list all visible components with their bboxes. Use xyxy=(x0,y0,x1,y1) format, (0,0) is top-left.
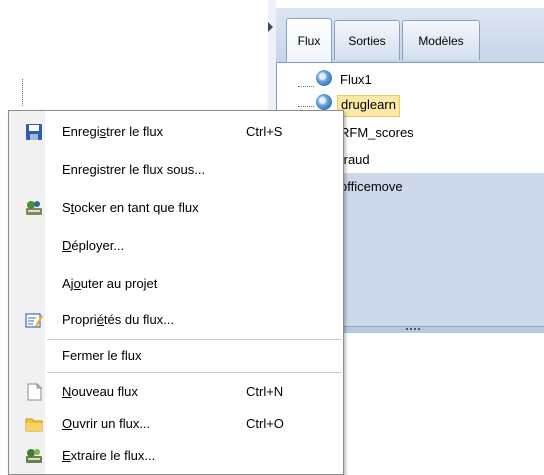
tab-label: Flux xyxy=(297,33,321,48)
menu-item-stream-properties[interactable]: Propriétés du flux... xyxy=(9,305,343,335)
collapse-grip-icon[interactable] xyxy=(268,22,273,32)
properties-icon xyxy=(25,313,43,328)
stream-item-rfm-scores[interactable]: RFM_scores xyxy=(340,123,414,143)
new-stream-icon xyxy=(27,383,43,401)
open-folder-icon xyxy=(25,418,43,432)
stream-item-druglearn[interactable]: druglearn xyxy=(337,95,400,117)
menu-item-extract-stream[interactable]: Extraire le flux... xyxy=(9,441,343,471)
menu-item-label: Fermer le flux xyxy=(62,348,142,363)
menu-item-save-stream[interactable]: Enregistrer le flux Ctrl+S xyxy=(9,117,343,147)
menu-item-label: Ouvrir un flux... xyxy=(62,416,151,431)
menu-item-label: Stocker en tant que flux xyxy=(62,200,199,215)
stream-icon xyxy=(316,94,332,110)
save-icon xyxy=(26,124,42,140)
menu-item-open-stream[interactable]: Ouvrir un flux... Ctrl+O xyxy=(9,409,343,439)
tab-sorties[interactable]: Sorties xyxy=(334,20,400,60)
tree-connector xyxy=(22,79,23,106)
menu-item-label: Enregistrer le flux sous... xyxy=(62,162,206,177)
store-stream-icon xyxy=(26,201,42,215)
stream-label: RFM_scores xyxy=(340,125,414,140)
tab-flux[interactable]: Flux xyxy=(286,18,332,62)
menu-item-store-as-stream[interactable]: Stocker en tant que flux xyxy=(9,193,343,223)
menu-item-label: Enregistrer le flux xyxy=(62,124,164,139)
menu-item-label: Extraire le flux... xyxy=(62,448,156,463)
menu-item-deploy[interactable]: Déployer... xyxy=(9,231,343,261)
extract-stream-icon xyxy=(26,449,42,463)
stream-icon xyxy=(316,70,332,86)
menu-item-new-stream[interactable]: Nouveau flux Ctrl+N xyxy=(9,377,343,407)
stream-item-officemove[interactable]: officemove xyxy=(340,177,403,197)
stream-label: Flux1 xyxy=(340,72,372,87)
menu-item-label: Propriétés du flux... xyxy=(62,312,175,327)
menu-item-label: Déployer... xyxy=(62,238,125,253)
tree-connector xyxy=(298,106,314,107)
menu-item-close-stream[interactable]: Fermer le flux xyxy=(9,341,343,371)
stream-item-fraud[interactable]: fraud xyxy=(340,150,370,170)
menu-item-save-stream-as[interactable]: Enregistrer le flux sous... xyxy=(9,155,343,185)
tree-connector xyxy=(298,86,314,87)
stream-item-flux1[interactable]: Flux1 xyxy=(340,70,372,90)
splitter-dots xyxy=(406,328,420,332)
menu-separator xyxy=(47,339,341,340)
stream-label: fraud xyxy=(340,152,370,167)
menu-item-label: Ajouter au projet xyxy=(62,276,158,291)
stream-label: druglearn xyxy=(341,97,396,112)
menu-item-shortcut: Ctrl+S xyxy=(246,124,283,139)
menu-item-label: Nouveau flux xyxy=(62,384,138,399)
tab-label: Sorties xyxy=(348,33,386,48)
stream-context-menu: Enregistrer le flux Ctrl+S Enregistrer l… xyxy=(8,110,344,475)
menu-separator xyxy=(47,372,341,373)
menu-item-shortcut: Ctrl+N xyxy=(246,384,284,399)
tab-modeles[interactable]: Modèles xyxy=(402,20,480,60)
menu-item-shortcut: Ctrl+O xyxy=(246,416,284,431)
menu-item-add-to-project[interactable]: Ajouter au projet xyxy=(9,269,343,299)
stream-label: officemove xyxy=(340,179,403,194)
tab-bar: Flux Sorties Modèles xyxy=(276,8,544,63)
tab-label: Modèles xyxy=(418,33,464,48)
